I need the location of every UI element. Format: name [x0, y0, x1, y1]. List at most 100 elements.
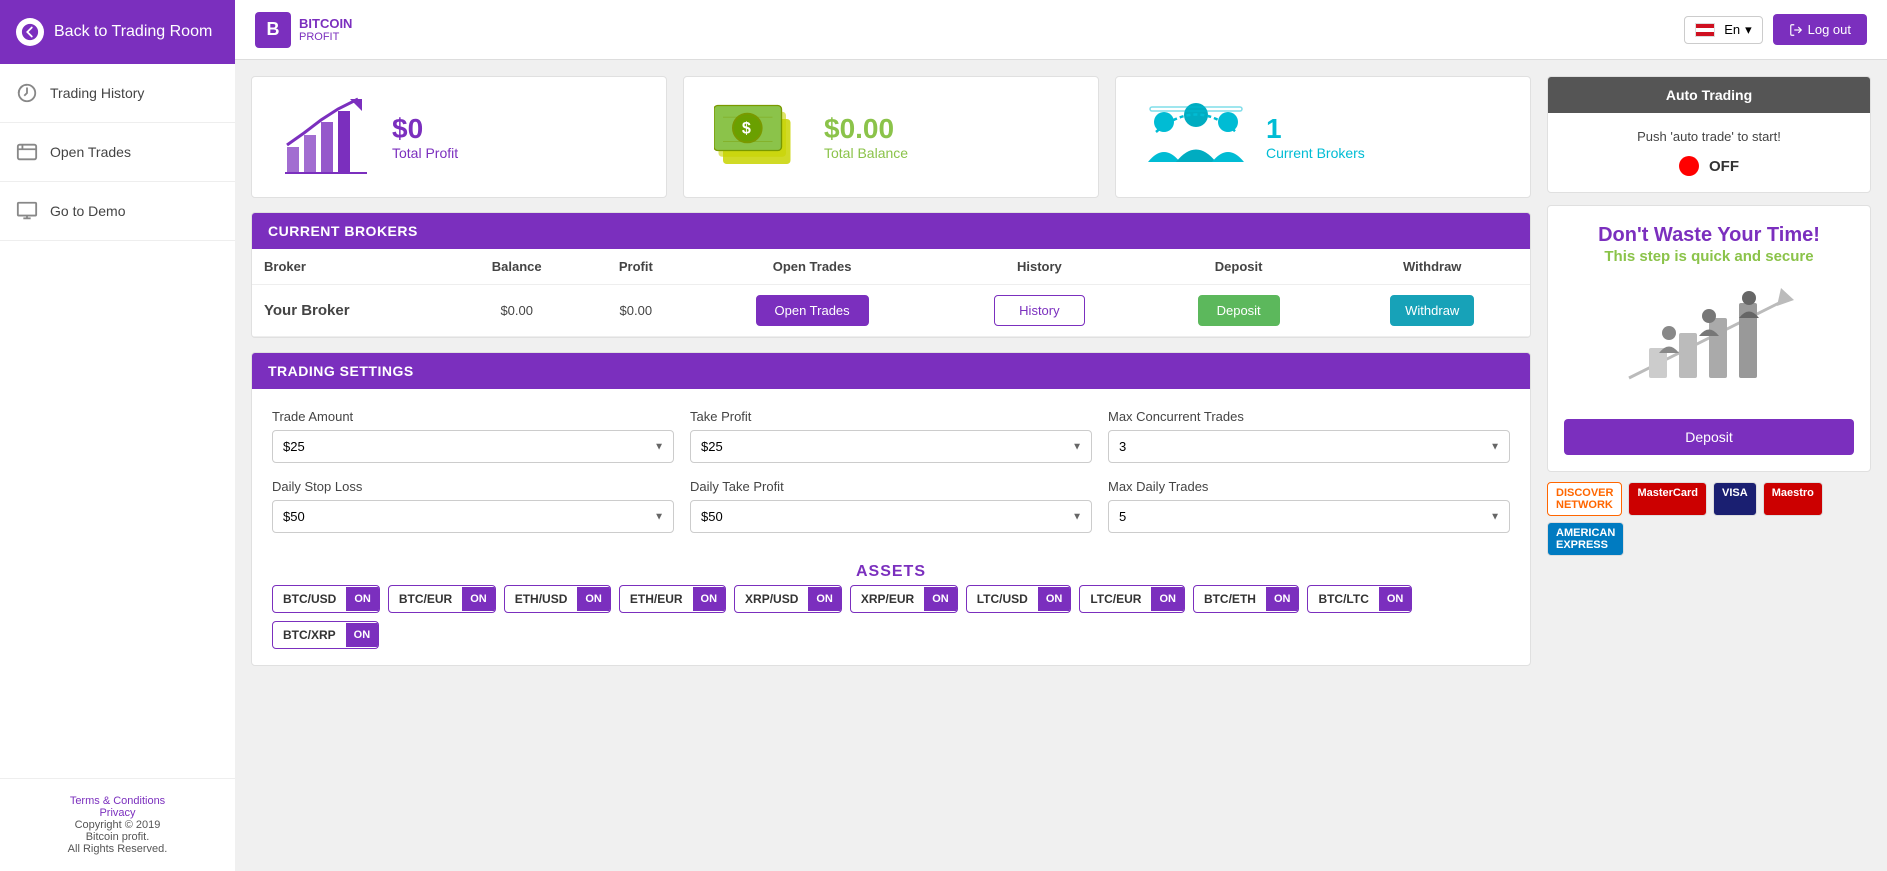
- stat-card-profit: $0 Total Profit: [251, 76, 667, 198]
- asset-btn-eth-usd[interactable]: ETH/USDON: [504, 585, 611, 613]
- take-profit-wrapper: $25$50: [690, 430, 1092, 463]
- asset-name: BTC/XRP: [273, 622, 346, 648]
- asset-btn-xrp-usd[interactable]: XRP/USDON: [734, 585, 842, 613]
- asset-btn-xrp-eur[interactable]: XRP/EURON: [850, 585, 958, 613]
- asset-btn-ltc-eur[interactable]: LTC/EURON: [1079, 585, 1185, 613]
- demo-icon: [16, 200, 38, 222]
- back-label: Back to Trading Room: [54, 23, 212, 41]
- col-open-trades: Open Trades: [688, 249, 936, 285]
- settings-grid: Trade Amount $25$50$100 Take Profit $25$…: [252, 389, 1530, 553]
- trade-amount-wrapper: $25$50$100: [272, 430, 674, 463]
- auto-trading-header: Auto Trading: [1548, 77, 1870, 113]
- asset-name: LTC/USD: [967, 586, 1038, 612]
- field-max-concurrent: Max Concurrent Trades 3510: [1108, 409, 1510, 463]
- field-trade-amount: Trade Amount $25$50$100: [272, 409, 674, 463]
- max-daily-trades-select[interactable]: 51020: [1108, 500, 1510, 533]
- flag-icon: [1695, 23, 1715, 37]
- terms-link[interactable]: Terms & Conditions: [70, 795, 165, 807]
- asset-btn-btc-usd[interactable]: BTC/USDON: [272, 585, 380, 613]
- trade-amount-label: Trade Amount: [272, 409, 674, 424]
- max-concurrent-select[interactable]: 3510: [1108, 430, 1510, 463]
- promo-deposit-button[interactable]: Deposit: [1564, 419, 1854, 455]
- deposit-button[interactable]: Deposit: [1198, 295, 1280, 326]
- asset-toggle: ON: [1038, 587, 1071, 611]
- broker-name: Your Broker: [252, 285, 450, 337]
- sidebar-item-trading-history[interactable]: Trading History: [0, 64, 235, 123]
- page-body: $0 Total Profit $: [235, 60, 1887, 871]
- asset-btn-btc-xrp[interactable]: BTC/XRPON: [272, 621, 379, 649]
- field-daily-take-profit: Daily Take Profit $50$100: [690, 479, 1092, 533]
- asset-btn-eth-eur[interactable]: ETH/EURON: [619, 585, 726, 613]
- company-name: Bitcoin profit.: [86, 831, 150, 843]
- sidebar-item-open-trades[interactable]: Open Trades: [0, 123, 235, 182]
- asset-toggle: ON: [693, 587, 726, 611]
- header-right: En ▾ Log out: [1684, 14, 1867, 45]
- lang-label: En: [1724, 22, 1740, 37]
- max-concurrent-label: Max Concurrent Trades: [1108, 409, 1510, 424]
- promo-subline: This step is quick and secure: [1564, 248, 1854, 265]
- trading-history-label: Trading History: [50, 85, 144, 101]
- privacy-link[interactable]: Privacy: [99, 807, 135, 819]
- brokers-value: 1: [1266, 113, 1282, 145]
- daily-stop-loss-select[interactable]: $50$100: [272, 500, 674, 533]
- auto-trading-description: Push 'auto trade' to start!: [1564, 129, 1854, 144]
- asset-btn-btc-ltc[interactable]: BTC/LTCON: [1307, 585, 1412, 613]
- asset-name: BTC/LTC: [1308, 586, 1378, 612]
- demo-label: Go to Demo: [50, 203, 125, 219]
- history-icon: [16, 82, 38, 104]
- profit-value: $0: [392, 113, 423, 145]
- logo: B BITCOIN PROFIT: [255, 12, 352, 48]
- brokers-section-header: CURRENT BROKERS: [252, 213, 1530, 249]
- field-max-daily-trades: Max Daily Trades 51020: [1108, 479, 1510, 533]
- payment-discover: DISCOVERNETWORK: [1547, 482, 1622, 516]
- sidebar: Back to Trading Room Trading History Ope…: [0, 0, 235, 871]
- balance-value: $0.00: [824, 113, 894, 145]
- svg-text:$: $: [742, 119, 751, 137]
- history-button[interactable]: History: [994, 295, 1084, 326]
- promo-card: Don't Waste Your Time! This step is quic…: [1547, 205, 1871, 472]
- open-trades-icon: [16, 141, 38, 163]
- withdraw-button[interactable]: Withdraw: [1390, 295, 1474, 326]
- open-trades-button[interactable]: Open Trades: [756, 295, 869, 326]
- max-concurrent-wrapper: 3510: [1108, 430, 1510, 463]
- daily-stop-loss-label: Daily Stop Loss: [272, 479, 674, 494]
- payment-maestro: Maestro: [1763, 482, 1823, 516]
- asset-name: XRP/EUR: [851, 586, 924, 612]
- asset-name: XRP/USD: [735, 586, 808, 612]
- right-panel: Auto Trading Push 'auto trade' to start!…: [1547, 60, 1887, 871]
- max-daily-trades-wrapper: 51020: [1108, 500, 1510, 533]
- auto-trading-toggle-row: OFF: [1564, 156, 1854, 176]
- col-deposit: Deposit: [1143, 249, 1335, 285]
- stat-card-brokers: 1 Current Brokers: [1115, 76, 1531, 198]
- asset-name: BTC/ETH: [1194, 586, 1266, 612]
- auto-trading-body: Push 'auto trade' to start! OFF: [1548, 113, 1870, 192]
- col-history: History: [936, 249, 1143, 285]
- sidebar-footer: Terms & Conditions Privacy Copyright © 2…: [0, 778, 235, 871]
- promo-headline: Don't Waste Your Time!: [1564, 222, 1854, 248]
- take-profit-label: Take Profit: [690, 409, 1092, 424]
- trade-amount-select[interactable]: $25$50$100: [272, 430, 674, 463]
- asset-btn-ltc-usd[interactable]: LTC/USDON: [966, 585, 1072, 613]
- table-row: Your Broker $0.00 $0.00 Open Trades Hist…: [252, 285, 1530, 337]
- asset-name: LTC/EUR: [1080, 586, 1151, 612]
- sidebar-item-go-to-demo[interactable]: Go to Demo: [0, 182, 235, 241]
- logo-icon: B: [255, 12, 291, 48]
- profit-chart-icon: [282, 97, 372, 177]
- brokers-table: Broker Balance Profit Open Trades Histor…: [252, 249, 1530, 337]
- balance-label: Total Balance: [824, 145, 908, 161]
- back-to-trading-room-button[interactable]: Back to Trading Room: [0, 0, 235, 64]
- daily-take-profit-select[interactable]: $50$100: [690, 500, 1092, 533]
- asset-toggle: ON: [808, 587, 841, 611]
- header: B BITCOIN PROFIT En ▾ Log out: [235, 0, 1887, 60]
- asset-btn-btc-eur[interactable]: BTC/EURON: [388, 585, 496, 613]
- asset-toggle: ON: [1379, 587, 1412, 611]
- asset-btn-btc-eth[interactable]: BTC/ETHON: [1193, 585, 1300, 613]
- take-profit-select[interactable]: $25$50: [690, 430, 1092, 463]
- language-selector[interactable]: En ▾: [1684, 16, 1762, 44]
- max-daily-trades-label: Max Daily Trades: [1108, 479, 1510, 494]
- payment-mastercard: MasterCard: [1628, 482, 1707, 516]
- asset-name: BTC/USD: [273, 586, 346, 612]
- asset-toggle: ON: [462, 587, 495, 611]
- stat-card-balance: $ $0.00 Total Balance: [683, 76, 1099, 198]
- logout-button[interactable]: Log out: [1773, 14, 1867, 45]
